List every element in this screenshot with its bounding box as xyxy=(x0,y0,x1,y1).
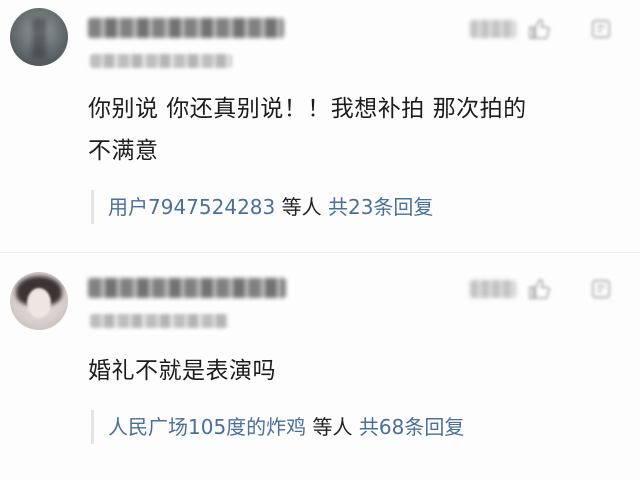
reply-separator: 等人 xyxy=(275,195,328,219)
comment-list: 你别说 你还真别说！！我想补拍 那次拍的 不满意 用户7947524283 等人… xyxy=(0,0,640,479)
username-blurred[interactable] xyxy=(88,18,284,38)
comment-meta-blurred xyxy=(90,54,232,68)
reply-count-link[interactable]: 共23条回复 xyxy=(328,195,433,219)
reply-users-link[interactable]: 人民广场105度的炸鸡 xyxy=(108,415,306,439)
thumbs-up-icon[interactable] xyxy=(528,278,550,300)
comment-text: 婚礼不就是表演吗 xyxy=(88,350,618,392)
avatar-image-face xyxy=(27,288,51,318)
avatar[interactable] xyxy=(10,272,68,330)
comment-item: 你别说 你还真别说！！我想补拍 那次拍的 不满意 用户7947524283 等人… xyxy=(0,0,640,250)
avatar-image xyxy=(32,18,46,58)
comment-text: 你别说 你还真别说！！我想补拍 那次拍的 不满意 xyxy=(88,88,618,172)
comment-item: 婚礼不就是表演吗 人民广场105度的炸鸡 等人 共68条回复 xyxy=(0,258,640,479)
comment-text-line: 婚礼不就是表演吗 xyxy=(88,358,276,384)
like-count-blurred xyxy=(470,280,516,298)
comment-meta-blurred xyxy=(90,314,228,328)
comment-text-line: 你别说 你还真别说！！我想补拍 那次拍的 xyxy=(88,96,527,122)
reply-indicator xyxy=(91,190,94,224)
thumbs-down-icon[interactable] xyxy=(590,18,612,40)
reply-separator: 等人 xyxy=(306,415,359,439)
like-count-blurred xyxy=(470,20,516,38)
thumbs-down-icon[interactable] xyxy=(590,278,612,300)
reply-indicator xyxy=(91,410,94,444)
reply-count-link[interactable]: 共68条回复 xyxy=(359,415,464,439)
reply-summary[interactable]: 用户7947524283 等人 共23条回复 xyxy=(108,192,433,222)
avatar[interactable] xyxy=(10,8,68,66)
reply-users-link[interactable]: 用户7947524283 xyxy=(108,195,275,219)
comment-text-line: 不满意 xyxy=(88,138,159,164)
reply-summary[interactable]: 人民广场105度的炸鸡 等人 共68条回复 xyxy=(108,412,464,442)
thumbs-up-icon[interactable] xyxy=(528,18,550,40)
divider xyxy=(0,252,640,253)
username-blurred[interactable] xyxy=(88,278,286,298)
